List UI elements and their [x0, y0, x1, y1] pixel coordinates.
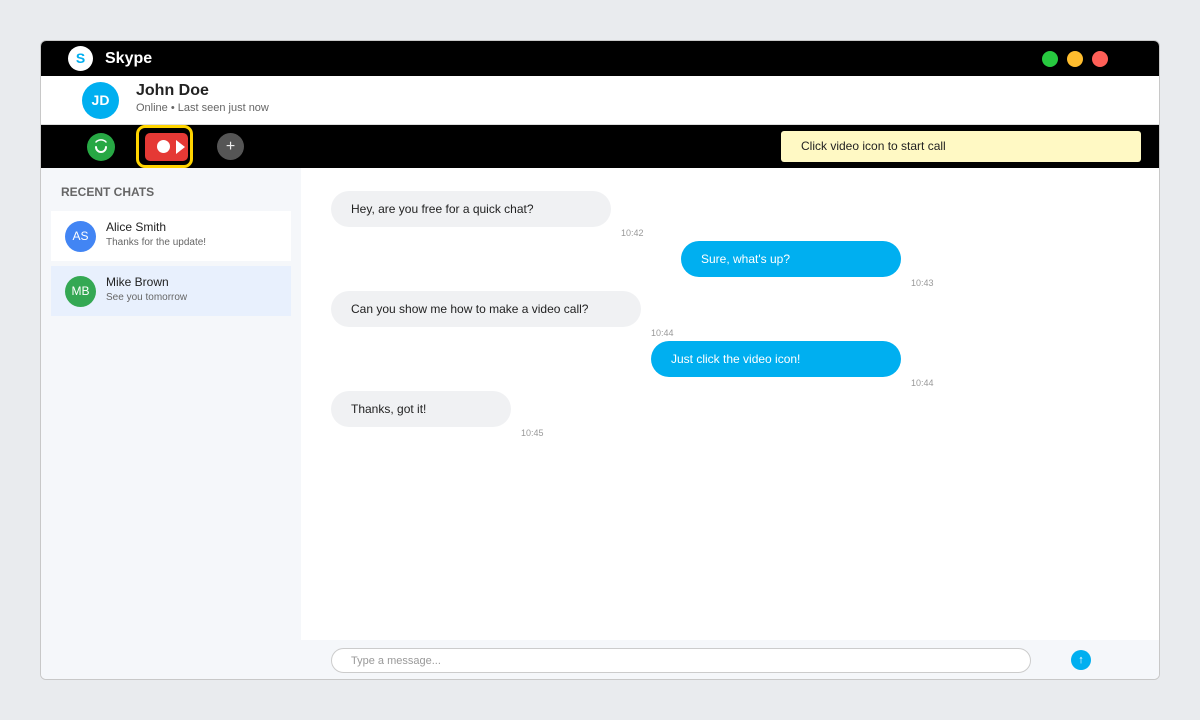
contact-header: JD John Doe Online • Last seen just now	[41, 76, 1159, 125]
send-button[interactable]: ↑	[1071, 650, 1091, 670]
contact-status: Online • Last seen just now	[136, 102, 269, 114]
chat-preview: See you tomorrow	[106, 292, 188, 303]
window-close-button[interactable]	[1092, 51, 1108, 67]
avatar: MB	[65, 276, 96, 307]
window-maximize-button[interactable]	[1042, 51, 1058, 67]
skype-logo-icon: S	[68, 46, 93, 71]
app-title: Skype	[105, 50, 153, 67]
chat-preview: Thanks for the update!	[106, 237, 207, 248]
message-time: 10:42	[621, 228, 644, 238]
hint-tooltip: Click video icon to start call	[781, 131, 1141, 162]
add-participant-button[interactable]: +	[217, 133, 244, 160]
audio-call-button[interactable]	[87, 133, 115, 161]
message-bubble-incoming: Can you show me how to make a video call…	[331, 291, 641, 327]
message-composer: ↑	[301, 640, 1159, 679]
message-bubble-outgoing: Just click the video icon!	[651, 341, 901, 377]
contact-name: John Doe	[136, 82, 209, 99]
title-bar: S Skype	[41, 41, 1159, 76]
phone-icon	[95, 139, 107, 153]
call-toolbar: + Click video icon to start call	[41, 125, 1159, 168]
chat-name: Mike Brown	[106, 275, 169, 289]
message-time: 10:44	[911, 378, 934, 388]
message-time: 10:45	[521, 428, 544, 438]
message-bubble-incoming: Hey, are you free for a quick chat?	[331, 191, 611, 227]
message-bubble-incoming: Thanks, got it!	[331, 391, 511, 427]
message-time: 10:43	[911, 278, 934, 288]
video-call-button[interactable]	[145, 133, 188, 161]
chat-name: Alice Smith	[106, 220, 167, 234]
chat-list-item-alice-smith[interactable]: AS Alice Smith Thanks for the update!	[51, 211, 291, 261]
sidebar-heading: RECENT CHATS	[61, 185, 155, 199]
message-input[interactable]	[331, 648, 1031, 673]
contact-avatar[interactable]: JD	[82, 82, 119, 119]
chat-list-item-mike-brown[interactable]: MB Mike Brown See you tomorrow	[51, 266, 291, 316]
message-time: 10:44	[651, 328, 674, 338]
skype-window: S Skype JD John Doe Online • Last seen j…	[40, 40, 1160, 680]
video-camera-icon	[157, 140, 170, 153]
avatar: AS	[65, 221, 96, 252]
window-minimize-button[interactable]	[1067, 51, 1083, 67]
message-bubble-outgoing: Sure, what's up?	[681, 241, 901, 277]
message-list[interactable]: Hey, are you free for a quick chat? 10:4…	[301, 168, 1159, 640]
video-triangle-icon	[176, 140, 185, 154]
recent-chats-sidebar: RECENT CHATS AS Alice Smith Thanks for t…	[41, 168, 301, 679]
